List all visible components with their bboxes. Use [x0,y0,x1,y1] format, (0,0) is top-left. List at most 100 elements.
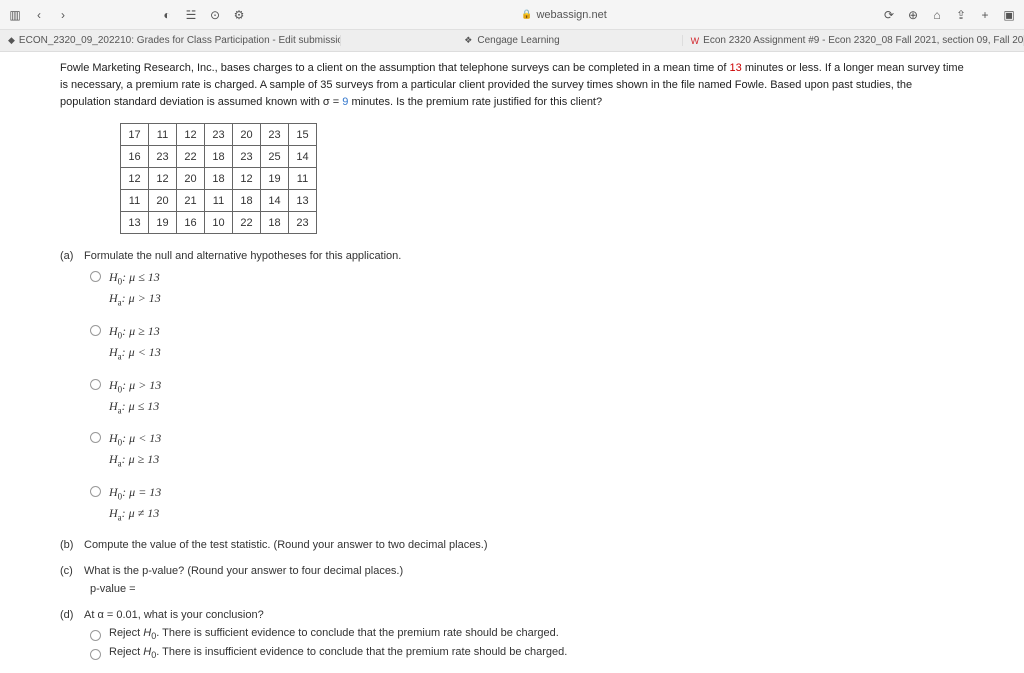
forward-icon[interactable]: › [56,8,70,22]
part-c-label: (c) [60,565,84,577]
hypothesis-pair: H0: μ < 13 Ha: μ ≥ 13 [109,429,161,471]
hypothesis-option[interactable]: H0: μ > 13 Ha: μ ≤ 13 [90,376,964,418]
radio-icon[interactable] [90,630,101,641]
part-d-text: At α = 0.01, what is your conclusion? [84,609,964,621]
data-cell: 13 [121,212,149,234]
ha-line: Ha: μ > 13 [109,291,161,305]
data-cell: 11 [205,190,233,212]
tab-cengage[interactable]: ❖ Cengage Learning [341,35,682,46]
data-cell: 25 [261,146,289,168]
reader-icon[interactable]: ☱ [184,8,198,22]
data-cell: 17 [121,124,149,146]
settings-icon[interactable]: ⚙ [232,8,246,22]
mean-time-value: 13 [730,62,742,74]
download-icon[interactable]: ⊕ [906,8,920,22]
home-icon[interactable]: ⌂ [930,8,944,22]
data-cell: 19 [149,212,177,234]
data-cell: 11 [149,124,177,146]
canvas-favicon-icon: ◆ [8,36,15,46]
data-cell: 20 [177,168,205,190]
radio-icon[interactable] [90,379,101,390]
data-cell: 18 [205,146,233,168]
part-c-text: What is the p-value? (Round your answer … [84,565,964,577]
data-cell: 16 [177,212,205,234]
part-b-label: (b) [60,539,84,551]
reload-icon[interactable]: ⟳ [882,8,896,22]
part-b-text: Compute the value of the test statistic.… [84,539,964,551]
data-cell: 20 [233,124,261,146]
ha-line: Ha: μ ≤ 13 [109,399,159,413]
url-host: webassign.net [536,9,606,21]
part-a: (a) Formulate the null and alternative h… [60,250,964,262]
data-cell: 23 [149,146,177,168]
data-cell: 15 [289,124,317,146]
radio-icon[interactable] [90,432,101,443]
data-cell: 20 [149,190,177,212]
part-c: (c) What is the p-value? (Round your ans… [60,565,964,577]
tab-assignment-label: Econ 2320 Assignment #9 - Econ 2320_08 F… [703,35,1024,46]
back-icon[interactable]: ‹ [32,8,46,22]
data-cell: 14 [261,190,289,212]
h0-line: H0: μ = 13 [109,485,161,499]
survey-data-table: 1711122320231516232218232514121220181219… [120,123,317,234]
data-cell: 11 [289,168,317,190]
tab-grades-label: ECON_2320_09_202210: Grades for Class Pa… [19,35,341,46]
data-cell: 18 [261,212,289,234]
data-cell: 18 [233,190,261,212]
hypothesis-option[interactable]: H0: μ ≤ 13Ha: μ > 13 [90,268,964,310]
sidebar-toggle-icon[interactable]: ▥ [8,8,22,22]
tab-assignment[interactable]: W Econ 2320 Assignment #9 - Econ 2320_08… [683,35,1024,46]
data-cell: 23 [289,212,317,234]
hypothesis-option[interactable]: H0: μ < 13 Ha: μ ≥ 13 [90,429,964,471]
ha-line: Ha: μ ≥ 13 [109,452,159,466]
ha-line: Ha: μ < 13 [109,345,161,359]
webassign-favicon-icon: W [691,36,700,46]
problem-text-c: minutes. Is the premium rate justified f… [348,96,602,108]
shield-icon[interactable]: ◐ [160,8,174,22]
p-value-label: p-value = [90,583,964,595]
tabs-icon[interactable]: ▣ [1002,8,1016,22]
hypothesis-pair: H0: μ ≤ 13Ha: μ > 13 [109,268,161,310]
cengage-favicon-icon: ❖ [463,36,473,46]
data-cell: 11 [121,190,149,212]
part-d: (d) At α = 0.01, what is your conclusion… [60,609,964,621]
tab-grades[interactable]: ◆ ECON_2320_09_202210: Grades for Class … [0,35,341,46]
lock-icon: 🔒 [521,9,532,20]
conclusion-option[interactable]: Reject H0. There is insufficient evidenc… [90,646,964,660]
h0-line: H0: μ ≥ 13 [109,324,160,338]
hypothesis-options: H0: μ ≤ 13Ha: μ > 13 H0: μ ≥ 13 Ha: μ < 13… [90,268,964,525]
ha-line: Ha: μ ≠ 13 [109,506,159,520]
conclusion-text: Reject H0. There is sufficient evidence … [109,627,559,641]
data-cell: 21 [177,190,205,212]
part-a-text: Formulate the null and alternative hypot… [84,250,964,262]
conclusion-option[interactable]: Reject H0. There is sufficient evidence … [90,627,964,641]
data-cell: 16 [121,146,149,168]
problem-statement: Fowle Marketing Research, Inc., bases ch… [60,60,964,111]
data-cell: 12 [121,168,149,190]
problem-content: Fowle Marketing Research, Inc., bases ch… [0,52,1024,673]
data-cell: 18 [205,168,233,190]
data-cell: 19 [261,168,289,190]
data-cell: 23 [233,146,261,168]
hypothesis-pair: H0: μ = 13 Ha: μ ≠ 13 [109,483,161,525]
h0-line: H0: μ < 13 [109,431,161,445]
part-d-label: (d) [60,609,84,621]
part-a-label: (a) [60,250,84,262]
hypothesis-pair: H0: μ ≥ 13 Ha: μ < 13 [109,322,161,364]
conclusion-text: Reject H0. There is insufficient evidenc… [109,646,567,660]
radio-icon[interactable] [90,649,101,660]
radio-icon[interactable] [90,271,101,282]
conclusion-options: Reject H0. There is sufficient evidence … [60,627,964,660]
share-icon[interactable]: ⇪ [954,8,968,22]
url-bar[interactable]: 🔒 webassign.net [256,9,872,21]
radio-icon[interactable] [90,486,101,497]
problem-text-a: Fowle Marketing Research, Inc., bases ch… [60,62,730,74]
tabs-bar: ◆ ECON_2320_09_202210: Grades for Class … [0,30,1024,52]
hypothesis-option[interactable]: H0: μ = 13 Ha: μ ≠ 13 [90,483,964,525]
radio-icon[interactable] [90,325,101,336]
h0-line: H0: μ > 13 [109,378,161,392]
hypothesis-pair: H0: μ > 13 Ha: μ ≤ 13 [109,376,161,418]
new-tab-icon[interactable]: + [978,8,992,22]
clock-icon[interactable]: ⊙ [208,8,222,22]
hypothesis-option[interactable]: H0: μ ≥ 13 Ha: μ < 13 [90,322,964,364]
